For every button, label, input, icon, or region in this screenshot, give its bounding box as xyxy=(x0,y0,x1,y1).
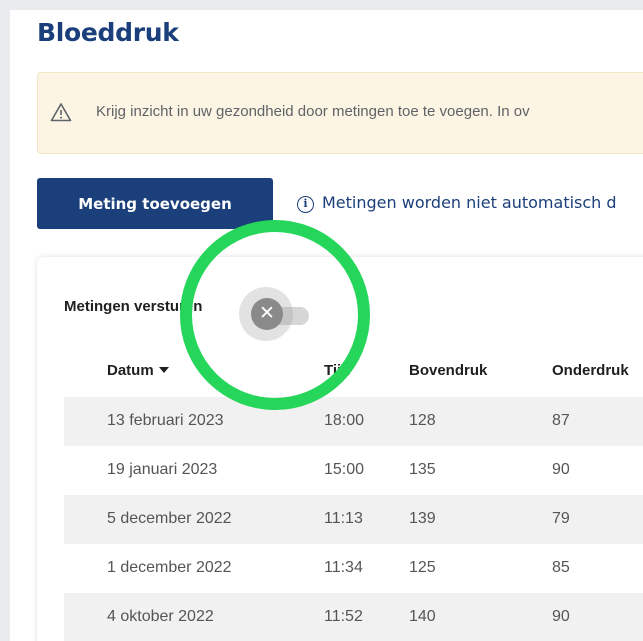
info-note: i Metingen worden niet automatisch d xyxy=(297,193,617,213)
cell-systolic: 125 xyxy=(409,559,436,576)
notice-text: Krijg inzicht in uw gezondheid door meti… xyxy=(96,103,530,120)
cell-time: 18:00 xyxy=(324,412,365,429)
send-measurements-label: Metingen versturen xyxy=(64,298,203,315)
cell-diastolic: 87 xyxy=(552,412,570,429)
column-header-time[interactable]: Tijd xyxy=(324,362,350,379)
table-row[interactable]: 4 oktober 2022 11:52 140 90 xyxy=(64,593,643,641)
cell-time: 11:13 xyxy=(324,510,363,527)
cell-systolic: 135 xyxy=(409,461,436,478)
add-measurement-button[interactable]: Meting toevoegen xyxy=(37,178,273,229)
page-title: Bloeddruk xyxy=(37,18,179,47)
caret-down-icon xyxy=(158,367,169,373)
cell-time: 11:34 xyxy=(324,559,363,576)
cell-diastolic: 90 xyxy=(552,461,570,478)
cell-date: 13 februari 2023 xyxy=(107,412,224,429)
cell-time: 15:00 xyxy=(324,461,365,478)
table-row[interactable]: 13 februari 2023 18:00 128 87 xyxy=(64,397,643,446)
cell-time: 11:52 xyxy=(324,608,363,625)
cell-diastolic: 90 xyxy=(552,608,570,625)
column-header-systolic[interactable]: Bovendruk xyxy=(409,362,487,379)
column-header-date[interactable]: Datum xyxy=(107,362,169,379)
table-row[interactable]: 5 december 2022 11:13 139 79 xyxy=(64,495,643,544)
cell-systolic: 128 xyxy=(409,412,436,429)
cell-diastolic: 85 xyxy=(552,559,570,576)
notice-banner: Krijg inzicht in uw gezondheid door meti… xyxy=(37,72,643,154)
cell-date: 19 januari 2023 xyxy=(107,461,218,478)
close-icon: ✕ xyxy=(251,298,283,330)
info-circle-icon: i xyxy=(297,196,314,213)
warning-triangle-icon xyxy=(50,102,72,127)
info-note-text: Metingen worden niet automatisch d xyxy=(322,193,617,212)
table-row[interactable]: 1 december 2022 11:34 125 85 xyxy=(64,544,643,593)
table-row[interactable]: 19 januari 2023 15:00 135 90 xyxy=(64,446,643,495)
send-measurements-toggle[interactable]: ✕ xyxy=(239,287,325,347)
column-header-diastolic[interactable]: Onderdruk xyxy=(552,362,629,379)
cell-date: 5 december 2022 xyxy=(107,510,232,527)
cell-date: 1 december 2022 xyxy=(107,559,232,576)
cell-date: 4 oktober 2022 xyxy=(107,608,214,625)
cell-diastolic: 79 xyxy=(552,510,570,527)
cell-systolic: 139 xyxy=(409,510,436,527)
cell-systolic: 140 xyxy=(409,608,436,625)
